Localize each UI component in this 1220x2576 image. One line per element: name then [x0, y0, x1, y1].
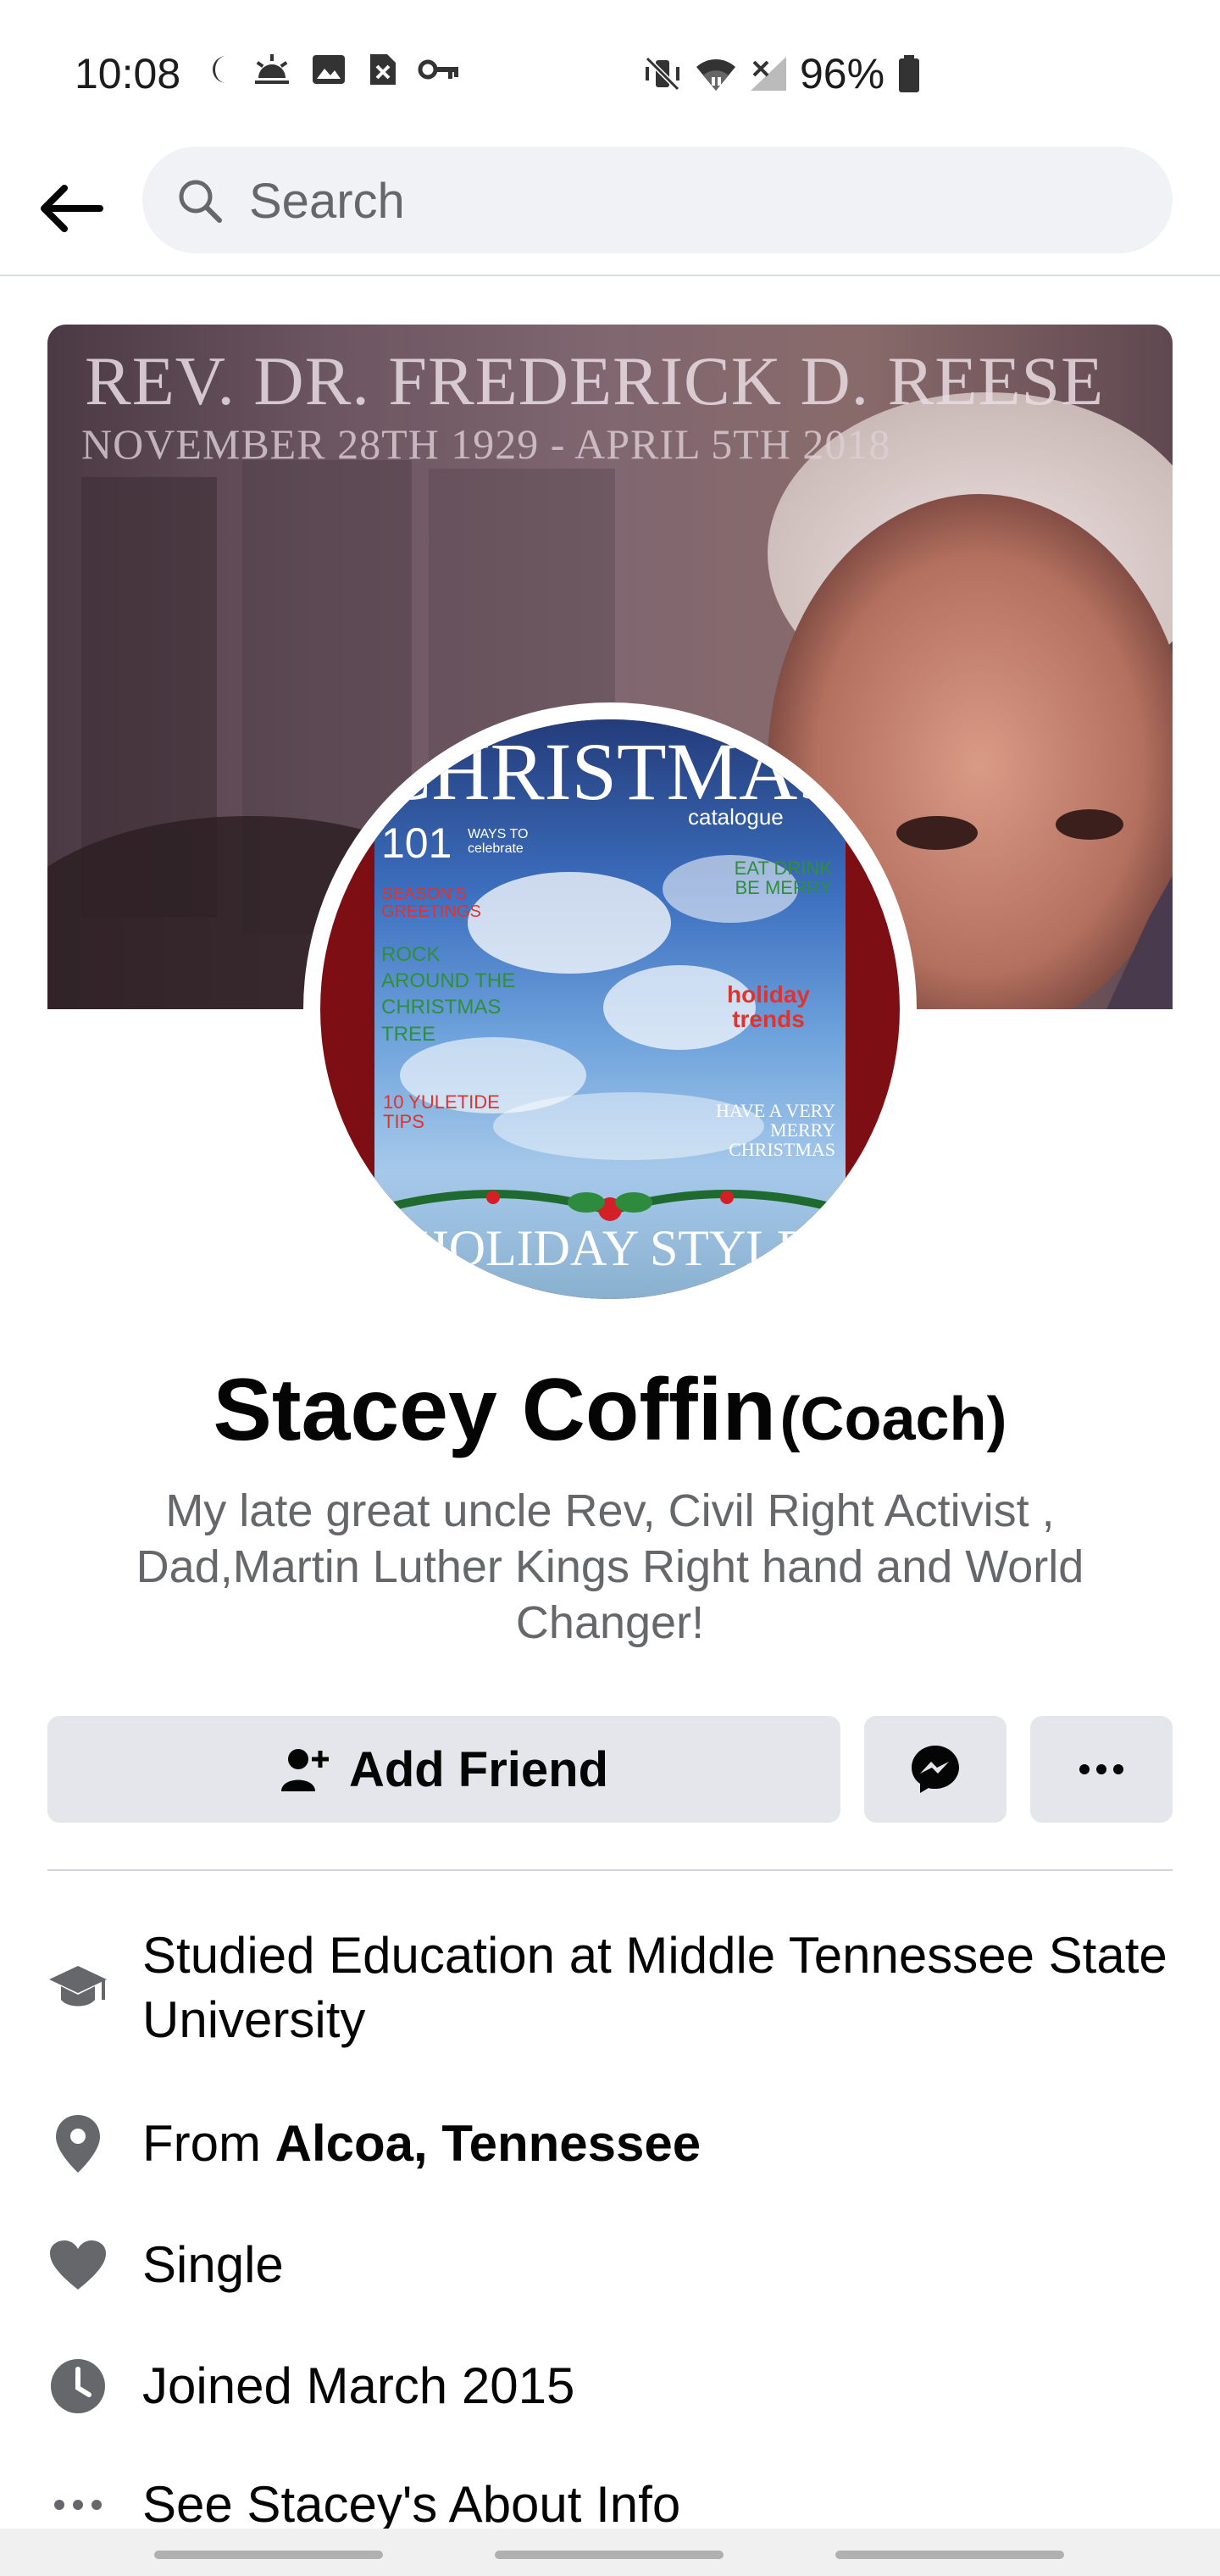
wifi-icon: [696, 59, 735, 91]
profile-name-text: Stacey Coffin: [213, 1361, 777, 1459]
magazine-number-sub: WAYS TO celebrate: [468, 827, 529, 856]
about-info-text: See Stacey's About Info: [142, 2476, 681, 2533]
image-icon: [313, 55, 345, 84]
nav-back[interactable]: [835, 2551, 1064, 2559]
magazine-trends-text: holiday trends: [726, 981, 810, 1033]
add-friend-icon: [280, 1749, 329, 1791]
joined-text: Joined March 2015: [142, 2357, 575, 2414]
location-pin-icon: [47, 2113, 108, 2174]
profile-picture[interactable]: CHRISTMAS catalogue 101 WAYS TO celebrat…: [320, 719, 900, 1299]
detail-joined: Joined March 2015: [47, 2352, 1173, 2420]
nav-home[interactable]: [495, 2551, 724, 2559]
no-sim-icon: [370, 54, 396, 85]
cover-subtitle-text: NOVEMBER 28TH 1929 - APRIL 5TH 2018: [81, 420, 891, 468]
search-bar[interactable]: [142, 147, 1173, 253]
magazine-number: 101: [381, 819, 452, 867]
nav-recent-apps[interactable]: [154, 2551, 383, 2559]
detail-education: Studied Education at Middle Tennessee St…: [47, 1924, 1173, 2059]
system-icons: 96%: [642, 49, 922, 98]
add-friend-label: Add Friend: [348, 1741, 609, 1797]
hometown-link[interactable]: Alcoa, Tennessee: [275, 2115, 701, 2172]
profile-nickname: (Coach): [779, 1385, 1007, 1453]
more-dots-icon: [1079, 1764, 1123, 1774]
battery-percent: 96%: [800, 50, 885, 97]
notification-icons: [208, 53, 460, 86]
message-button[interactable]: [864, 1716, 1006, 1823]
sunrise-icon: [255, 54, 289, 84]
back-arrow-icon: [41, 185, 103, 232]
top-bar: [0, 144, 1220, 276]
more-options-button[interactable]: [1030, 1716, 1173, 1823]
profile-name: Stacey Coffin (Coach): [0, 1360, 1220, 1461]
key-icon: [418, 59, 458, 80]
graduation-cap-icon: [47, 1957, 108, 2018]
signal-icon: [751, 57, 786, 91]
status-bar: 10:08 96%: [0, 0, 1220, 144]
education-text: Studied Education at Middle Tennessee St…: [142, 1927, 1167, 2048]
magazine-subtitle: catalogue: [688, 804, 784, 830]
ellipsis-icon: [47, 2474, 108, 2535]
detail-hometown: From Alcoa, Tennessee: [47, 2110, 1173, 2178]
hometown-prefix: From: [142, 2115, 275, 2172]
magazine-merry-text: HAVE A VERY MERRY CHRISTMAS: [715, 1100, 835, 1161]
magazine-eat-text: EAT DRINK BE MERRY: [734, 858, 832, 899]
magazine-rock-text: ROCK AROUND THE CHRISTMAS TREE: [381, 943, 516, 1046]
messenger-icon: [912, 1746, 959, 1793]
search-input[interactable]: [247, 164, 1140, 238]
hometown-text: From Alcoa, Tennessee: [142, 2112, 701, 2176]
battery-icon: [899, 55, 920, 92]
vibrate-mute-icon: [645, 56, 680, 92]
system-navigation-bar: [0, 2529, 1220, 2576]
clock-icon: [47, 2356, 108, 2417]
add-friend-button[interactable]: Add Friend: [47, 1716, 840, 1823]
magazine-tips-text: 10 YULETIDE TIPS: [383, 1091, 500, 1133]
magazine-bottom-title: HOLIDAY STYLE: [412, 1220, 808, 1276]
section-divider: [47, 1869, 1173, 1871]
profile-bio: My late great uncle Rev, Civil Right Act…: [136, 1485, 1084, 1648]
search-icon: [179, 180, 222, 223]
magazine-cover: CHRISTMAS catalogue 101 WAYS TO celebrat…: [374, 719, 846, 1299]
back-button[interactable]: [34, 171, 108, 246]
magazine-seasons-greetings: SEASON'S GREETINGS: [381, 885, 481, 921]
heart-icon: [47, 2235, 108, 2296]
relationship-text: Single: [142, 2236, 284, 2293]
status-time: 10:08: [75, 50, 181, 97]
do-not-disturb-moon-icon: [213, 56, 226, 83]
detail-relationship: Single: [47, 2231, 1173, 2299]
cover-title-text: REV. DR. FREDERICK D. REESE: [85, 342, 1105, 419]
